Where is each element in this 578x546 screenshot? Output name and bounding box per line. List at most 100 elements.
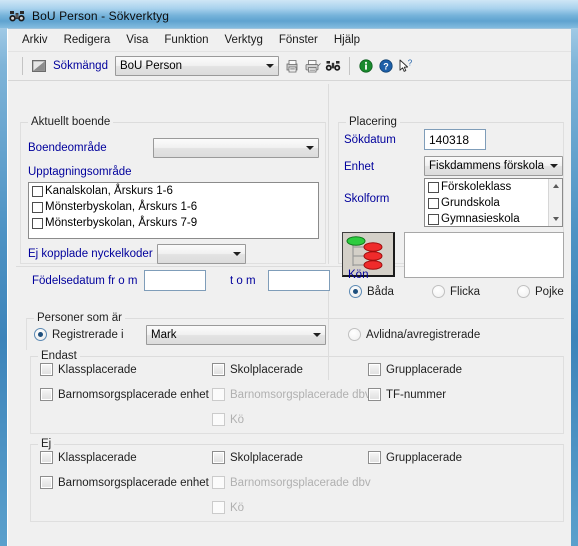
toolbar-separator-1 bbox=[22, 57, 23, 75]
placering-selection-box[interactable] bbox=[404, 232, 564, 278]
checkbox-label: Grupplacerade bbox=[386, 451, 463, 464]
boendeomrade-combo[interactable] bbox=[153, 138, 319, 158]
enhet-combo[interactable]: Fiskdammens förskola bbox=[424, 156, 563, 176]
radio-kon-flicka[interactable]: Flicka bbox=[432, 285, 480, 298]
menu-verktyg[interactable]: Verktyg bbox=[217, 32, 271, 49]
checkbox-icon[interactable] bbox=[32, 217, 43, 229]
scroll-up-icon[interactable] bbox=[549, 179, 562, 193]
chevron-down-icon[interactable] bbox=[229, 252, 245, 256]
scroll-down-icon[interactable] bbox=[549, 212, 562, 226]
list-item[interactable]: Mönsterbyskolan, Årskurs 1-6 bbox=[29, 199, 318, 215]
nyckelkoder-combo[interactable] bbox=[157, 244, 246, 264]
toolbar: Sökmängd BoU Person ? ? bbox=[8, 52, 571, 81]
menu-redigera[interactable]: Redigera bbox=[56, 32, 119, 49]
chevron-down-icon[interactable] bbox=[309, 333, 325, 337]
radio-label: Avlidna/avregistrerade bbox=[366, 328, 481, 341]
checkbox-ej-skolplacerade[interactable]: Skolplacerade bbox=[212, 451, 303, 464]
list-item[interactable]: Grundskola bbox=[425, 195, 562, 211]
fodelsedatum-to-label: t o m bbox=[230, 275, 256, 287]
checkbox-endast-skolplacerade[interactable]: Skolplacerade bbox=[212, 363, 303, 376]
skolform-label: Skolform bbox=[344, 193, 390, 205]
menu-fonster[interactable]: Fönster bbox=[271, 32, 326, 49]
list-item[interactable]: Förskoleklass bbox=[425, 179, 562, 195]
checkbox-icon[interactable] bbox=[428, 181, 439, 193]
checkbox-label: Kö bbox=[230, 501, 245, 514]
chevron-down-icon[interactable] bbox=[262, 64, 278, 68]
upptagningsomrade-listbox[interactable]: Kanalskolan, Årskurs 1-6 Mönsterbyskolan… bbox=[28, 182, 319, 239]
checkbox-endast-grupplacerade[interactable]: Grupplacerade bbox=[368, 363, 462, 376]
radio-kon-bada[interactable]: Båda bbox=[349, 285, 394, 298]
checkbox-label: Klassplacerade bbox=[58, 363, 137, 376]
kommun-combo[interactable]: Mark bbox=[146, 325, 326, 345]
checkbox-icon[interactable] bbox=[428, 213, 439, 225]
application-window: BoU Person - Sökverktyg Arkiv Redigera V… bbox=[0, 0, 578, 546]
checkbox-label: Grupplacerade bbox=[386, 363, 463, 376]
menu-hjalp[interactable]: Hjälp bbox=[326, 32, 368, 49]
nyckelkoder-label: Ej kopplade nyckelkoder bbox=[28, 248, 153, 260]
checkbox-label: Skolplacerade bbox=[230, 451, 303, 464]
kommun-combo-value: Mark bbox=[151, 329, 177, 341]
checkbox-ej-grupplacerade[interactable]: Grupplacerade bbox=[368, 451, 462, 464]
checkbox-label: Barnomsorgsplacerade enhet bbox=[58, 388, 209, 401]
checkbox-icon bbox=[368, 388, 381, 401]
skolform-listbox[interactable]: Förskoleklass Grundskola Gymnasieskola bbox=[424, 178, 563, 227]
menu-bar: Arkiv Redigera Visa Funktion Verktyg Fön… bbox=[8, 29, 571, 52]
checkbox-icon bbox=[212, 476, 225, 489]
checkbox-ej-barnomsorgsplacerade-dbv: Barnomsorgsplacerade dbv bbox=[212, 476, 371, 489]
checkbox-endast-tf-nummer[interactable]: TF-nummer bbox=[368, 388, 446, 401]
checkbox-ej-ko: Kö bbox=[212, 501, 244, 514]
menu-funktion[interactable]: Funktion bbox=[156, 32, 216, 49]
sokdatum-input[interactable]: 140318 bbox=[424, 129, 486, 150]
info-icon[interactable] bbox=[356, 56, 376, 76]
chevron-down-icon[interactable] bbox=[546, 164, 562, 168]
fodelsedatum-from-input[interactable] bbox=[144, 270, 206, 291]
checkbox-label: Barnomsorgsplacerade enhet bbox=[58, 476, 209, 489]
checkbox-endast-barnomsorgsplacerade-enhet[interactable]: Barnomsorgsplacerade enhet bbox=[40, 388, 209, 401]
checkbox-icon bbox=[40, 388, 53, 401]
window-restore-icon[interactable] bbox=[29, 56, 49, 76]
checkbox-icon[interactable] bbox=[32, 185, 43, 197]
radio-kon-pojke[interactable]: Pojke bbox=[517, 285, 564, 298]
list-item[interactable]: Gymnasieskola bbox=[425, 211, 562, 226]
checkbox-icon bbox=[40, 363, 53, 376]
radio-registrerade-i[interactable]: Registrerade i bbox=[34, 328, 124, 341]
checkbox-endast-klassplacerade[interactable]: Klassplacerade bbox=[40, 363, 137, 376]
window-title: BoU Person - Sökverktyg bbox=[32, 9, 170, 23]
sokmangd-combo[interactable]: BoU Person bbox=[114, 56, 279, 76]
list-item-label: Gymnasieskola bbox=[441, 213, 520, 225]
checkbox-icon bbox=[40, 451, 53, 464]
skolform-scrollbar[interactable] bbox=[548, 179, 562, 226]
group-personer-som-ar-title: Personer som är bbox=[34, 312, 126, 324]
group-ej-title: Ej bbox=[38, 438, 55, 450]
checkbox-ej-barnomsorgsplacerade-enhet[interactable]: Barnomsorgsplacerade enhet bbox=[40, 476, 209, 489]
checkbox-label: TF-nummer bbox=[386, 388, 447, 401]
checkbox-icon[interactable] bbox=[32, 201, 43, 213]
radio-label: Registrerade i bbox=[52, 328, 124, 341]
menu-arkiv[interactable]: Arkiv bbox=[14, 32, 56, 49]
search-form: Aktuellt boende Boendeområde Upptagnings… bbox=[8, 80, 571, 546]
checkbox-ej-klassplacerade[interactable]: Klassplacerade bbox=[40, 451, 137, 464]
checkbox-label: Barnomsorgsplacerade dbv bbox=[230, 388, 371, 401]
list-item[interactable]: Mönsterbyskolan, Årskurs 7-9 bbox=[29, 215, 318, 231]
checkbox-endast-ko: Kö bbox=[212, 413, 244, 426]
binoculars-search-icon[interactable] bbox=[323, 56, 343, 76]
radio-icon bbox=[349, 285, 362, 298]
menu-visa[interactable]: Visa bbox=[118, 32, 156, 49]
radio-icon bbox=[517, 285, 530, 298]
title-bar[interactable]: BoU Person - Sökverktyg bbox=[0, 0, 578, 28]
checkbox-icon[interactable] bbox=[428, 197, 439, 209]
group-endast-title: Endast bbox=[38, 350, 80, 362]
sokmangd-label: Sökmängd bbox=[53, 60, 108, 72]
chevron-down-icon[interactable] bbox=[302, 146, 318, 150]
context-help-icon[interactable]: ? bbox=[396, 56, 416, 76]
checkbox-label: Skolplacerade bbox=[230, 363, 303, 376]
radio-avlidna-avregistrerade[interactable]: Avlidna/avregistrerade bbox=[348, 328, 480, 341]
help-icon[interactable]: ? bbox=[376, 56, 396, 76]
print-icon[interactable] bbox=[303, 56, 323, 76]
fodelsedatum-to-input[interactable] bbox=[268, 270, 330, 291]
print-preview-icon[interactable] bbox=[283, 56, 303, 76]
list-item[interactable]: Kanalskolan, Årskurs 1-6 bbox=[29, 183, 318, 199]
radio-icon bbox=[432, 285, 445, 298]
kon-label: Kön bbox=[348, 269, 369, 281]
client-area: Arkiv Redigera Visa Funktion Verktyg Fön… bbox=[7, 28, 571, 546]
